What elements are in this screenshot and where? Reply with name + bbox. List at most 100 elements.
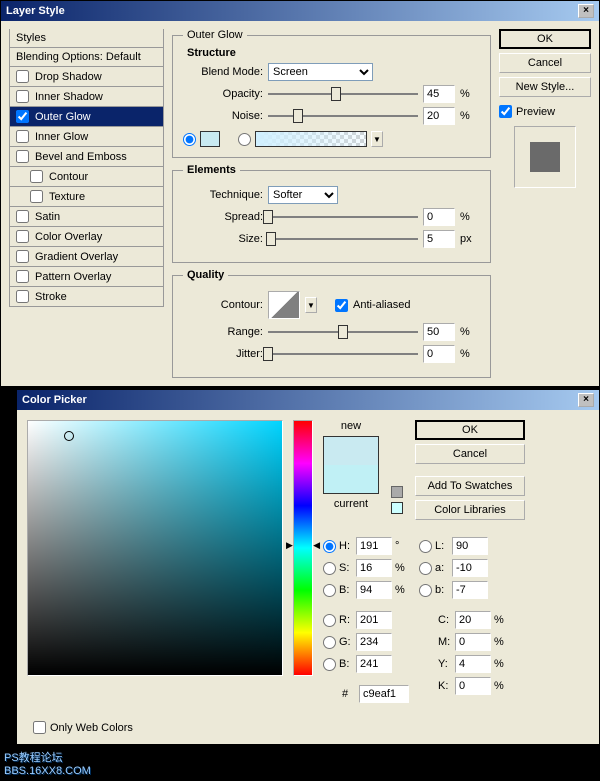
style-item-bevel-and-emboss[interactable]: Bevel and Emboss <box>9 147 164 167</box>
style-checkbox[interactable] <box>16 90 29 103</box>
style-item-inner-glow[interactable]: Inner Glow <box>9 127 164 147</box>
style-checkbox[interactable] <box>16 110 29 123</box>
lb-radio[interactable] <box>419 584 432 597</box>
y-input[interactable] <box>455 655 491 673</box>
style-label: Bevel and Emboss <box>35 151 127 163</box>
style-item-stroke[interactable]: Stroke <box>9 287 164 307</box>
style-checkbox[interactable] <box>16 210 29 223</box>
noise-input[interactable] <box>423 107 455 125</box>
k-input[interactable] <box>455 677 491 695</box>
style-item-inner-shadow[interactable]: Inner Shadow <box>9 87 164 107</box>
style-checkbox[interactable] <box>30 170 43 183</box>
s-input[interactable] <box>356 559 392 577</box>
color-marker-icon[interactable] <box>64 431 74 441</box>
a-input[interactable] <box>452 559 488 577</box>
add-swatches-button[interactable]: Add To Swatches <box>415 476 525 496</box>
lb-input[interactable] <box>452 581 488 599</box>
style-item-contour[interactable]: Contour <box>9 167 164 187</box>
new-current-group: new current <box>323 420 379 520</box>
spread-slider[interactable] <box>268 209 418 225</box>
size-slider[interactable] <box>268 231 418 247</box>
layer-style-titlebar[interactable]: Layer Style × <box>1 1 599 21</box>
color-picker-titlebar[interactable]: Color Picker × <box>17 390 599 410</box>
new-current-swatch[interactable] <box>323 436 379 494</box>
style-checkbox[interactable] <box>16 270 29 283</box>
s-radio[interactable] <box>323 562 336 575</box>
preview-checkbox[interactable] <box>499 105 512 118</box>
close-icon[interactable]: × <box>578 393 594 407</box>
style-item-satin[interactable]: Satin <box>9 207 164 227</box>
style-item-texture[interactable]: Texture <box>9 187 164 207</box>
color-field[interactable] <box>27 420 283 676</box>
blend-mode-label: Blend Mode: <box>183 66 263 78</box>
websafe-swatch[interactable] <box>391 502 403 514</box>
g-input[interactable] <box>356 633 392 651</box>
range-slider[interactable] <box>268 324 418 340</box>
color-libraries-button[interactable]: Color Libraries <box>415 500 525 520</box>
g-radio[interactable] <box>323 636 336 649</box>
style-item-gradient-overlay[interactable]: Gradient Overlay <box>9 247 164 267</box>
h-radio[interactable] <box>323 540 336 553</box>
l-input[interactable] <box>452 537 488 555</box>
cube-icon[interactable] <box>391 486 403 498</box>
style-checkbox[interactable] <box>30 190 43 203</box>
m-input[interactable] <box>455 633 491 651</box>
style-item-color-overlay[interactable]: Color Overlay <box>9 227 164 247</box>
new-style-button[interactable]: New Style... <box>499 77 591 97</box>
c-input[interactable] <box>455 611 491 629</box>
jitter-input[interactable] <box>423 345 455 363</box>
spread-input[interactable] <box>423 208 455 226</box>
style-item-pattern-overlay[interactable]: Pattern Overlay <box>9 267 164 287</box>
style-checkbox[interactable] <box>16 250 29 263</box>
color-picker-title: Color Picker <box>22 394 87 406</box>
a-radio[interactable] <box>419 562 432 575</box>
hex-input[interactable] <box>359 685 409 703</box>
l-radio[interactable] <box>419 540 432 553</box>
opacity-slider[interactable] <box>268 86 418 102</box>
quality-group: Quality Contour: ▼ Anti-aliased Range: % <box>172 269 491 378</box>
style-item-outer-glow[interactable]: Outer Glow <box>9 107 164 127</box>
glow-gradient[interactable] <box>255 131 367 147</box>
b-input[interactable] <box>356 581 392 599</box>
glow-gradient-radio[interactable] <box>238 133 251 146</box>
size-label: Size: <box>183 233 263 245</box>
noise-slider[interactable] <box>268 108 418 124</box>
styles-list: Styles Blending Options: Default Drop Sh… <box>9 29 164 378</box>
opacity-input[interactable] <box>423 85 455 103</box>
anti-aliased-checkbox[interactable] <box>335 299 348 312</box>
style-label: Contour <box>49 171 88 183</box>
h-input[interactable] <box>356 537 392 555</box>
cancel-button[interactable]: Cancel <box>415 444 525 464</box>
close-icon[interactable]: × <box>578 4 594 18</box>
blending-options-row[interactable]: Blending Options: Default <box>9 48 164 67</box>
blend-mode-select[interactable]: Screen <box>268 63 373 81</box>
r-input[interactable] <box>356 611 392 629</box>
style-checkbox[interactable] <box>16 230 29 243</box>
style-checkbox[interactable] <box>16 130 29 143</box>
contour-dropdown-icon[interactable]: ▼ <box>305 297 317 313</box>
bb-input[interactable] <box>356 655 392 673</box>
range-input[interactable] <box>423 323 455 341</box>
style-checkbox[interactable] <box>16 70 29 83</box>
contour-label: Contour: <box>183 299 263 311</box>
bb-radio[interactable] <box>323 658 336 671</box>
b-radio[interactable] <box>323 584 336 597</box>
glow-color-swatch[interactable] <box>200 131 220 147</box>
style-checkbox[interactable] <box>16 290 29 303</box>
style-checkbox[interactable] <box>16 150 29 163</box>
jitter-slider[interactable] <box>268 346 418 362</box>
ok-button[interactable]: OK <box>499 29 591 49</box>
ok-button[interactable]: OK <box>415 420 525 440</box>
technique-select[interactable]: Softer <box>268 186 338 204</box>
gradient-dropdown-icon[interactable]: ▼ <box>371 131 383 147</box>
style-label: Drop Shadow <box>35 71 102 83</box>
size-input[interactable] <box>423 230 455 248</box>
r-radio[interactable] <box>323 614 336 627</box>
only-web-checkbox[interactable] <box>33 721 46 734</box>
hue-slider[interactable]: ▶ ◀ <box>293 420 313 676</box>
contour-picker[interactable] <box>268 291 300 319</box>
styles-header[interactable]: Styles <box>9 29 164 48</box>
glow-color-radio[interactable] <box>183 133 196 146</box>
cancel-button[interactable]: Cancel <box>499 53 591 73</box>
style-item-drop-shadow[interactable]: Drop Shadow <box>9 67 164 87</box>
